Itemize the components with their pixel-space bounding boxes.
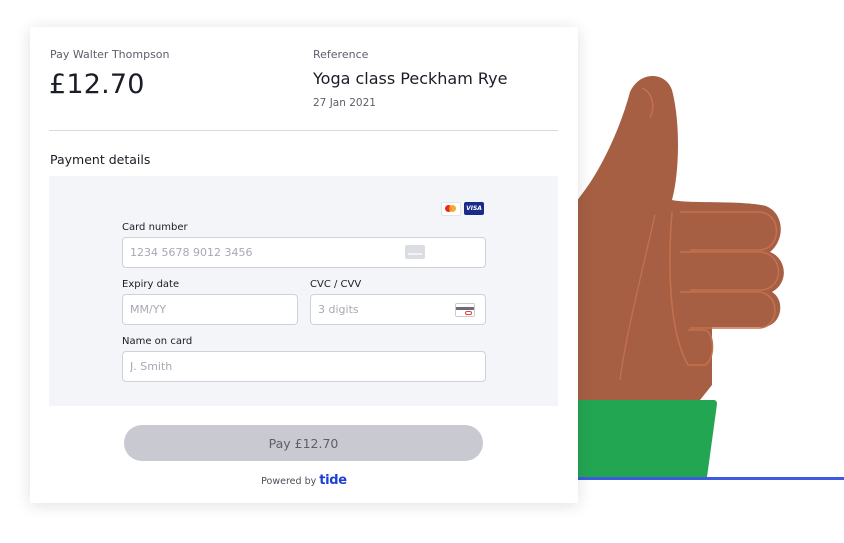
- card-number-input[interactable]: [122, 237, 486, 268]
- payment-card: Pay Walter Thompson £12.70 Reference Yog…: [30, 27, 578, 503]
- divider: [49, 130, 558, 131]
- tide-logo[interactable]: tide: [319, 473, 347, 488]
- reference-label: Reference: [313, 48, 369, 61]
- expiry-input[interactable]: [122, 294, 298, 325]
- name-on-card-input[interactable]: [122, 351, 486, 382]
- cvc-card-icon: [455, 303, 475, 317]
- expiry-label: Expiry date: [122, 279, 180, 290]
- pay-button[interactable]: Pay £12.70: [124, 425, 483, 461]
- name-label: Name on card: [122, 336, 193, 347]
- payment-amount: £12.70: [49, 69, 145, 100]
- powered-by-label: Powered by: [261, 476, 317, 487]
- card-number-label: Card number: [122, 222, 188, 233]
- reference-value: Yoga class Peckham Rye: [313, 69, 508, 88]
- powered-by: Powered by tide: [30, 473, 578, 488]
- section-title: Payment details: [50, 152, 151, 167]
- mastercard-icon: [441, 202, 461, 216]
- visa-icon: VISA: [464, 202, 484, 215]
- cvc-label: CVC / CVV: [310, 279, 362, 290]
- payment-date: 27 Jan 2021: [313, 97, 376, 109]
- payee-label: Pay Walter Thompson: [50, 48, 170, 61]
- card-brands: VISA: [441, 202, 484, 216]
- payment-form: VISA Card number Expiry date CVC / CVV N…: [49, 176, 558, 406]
- card-icon: [405, 245, 425, 259]
